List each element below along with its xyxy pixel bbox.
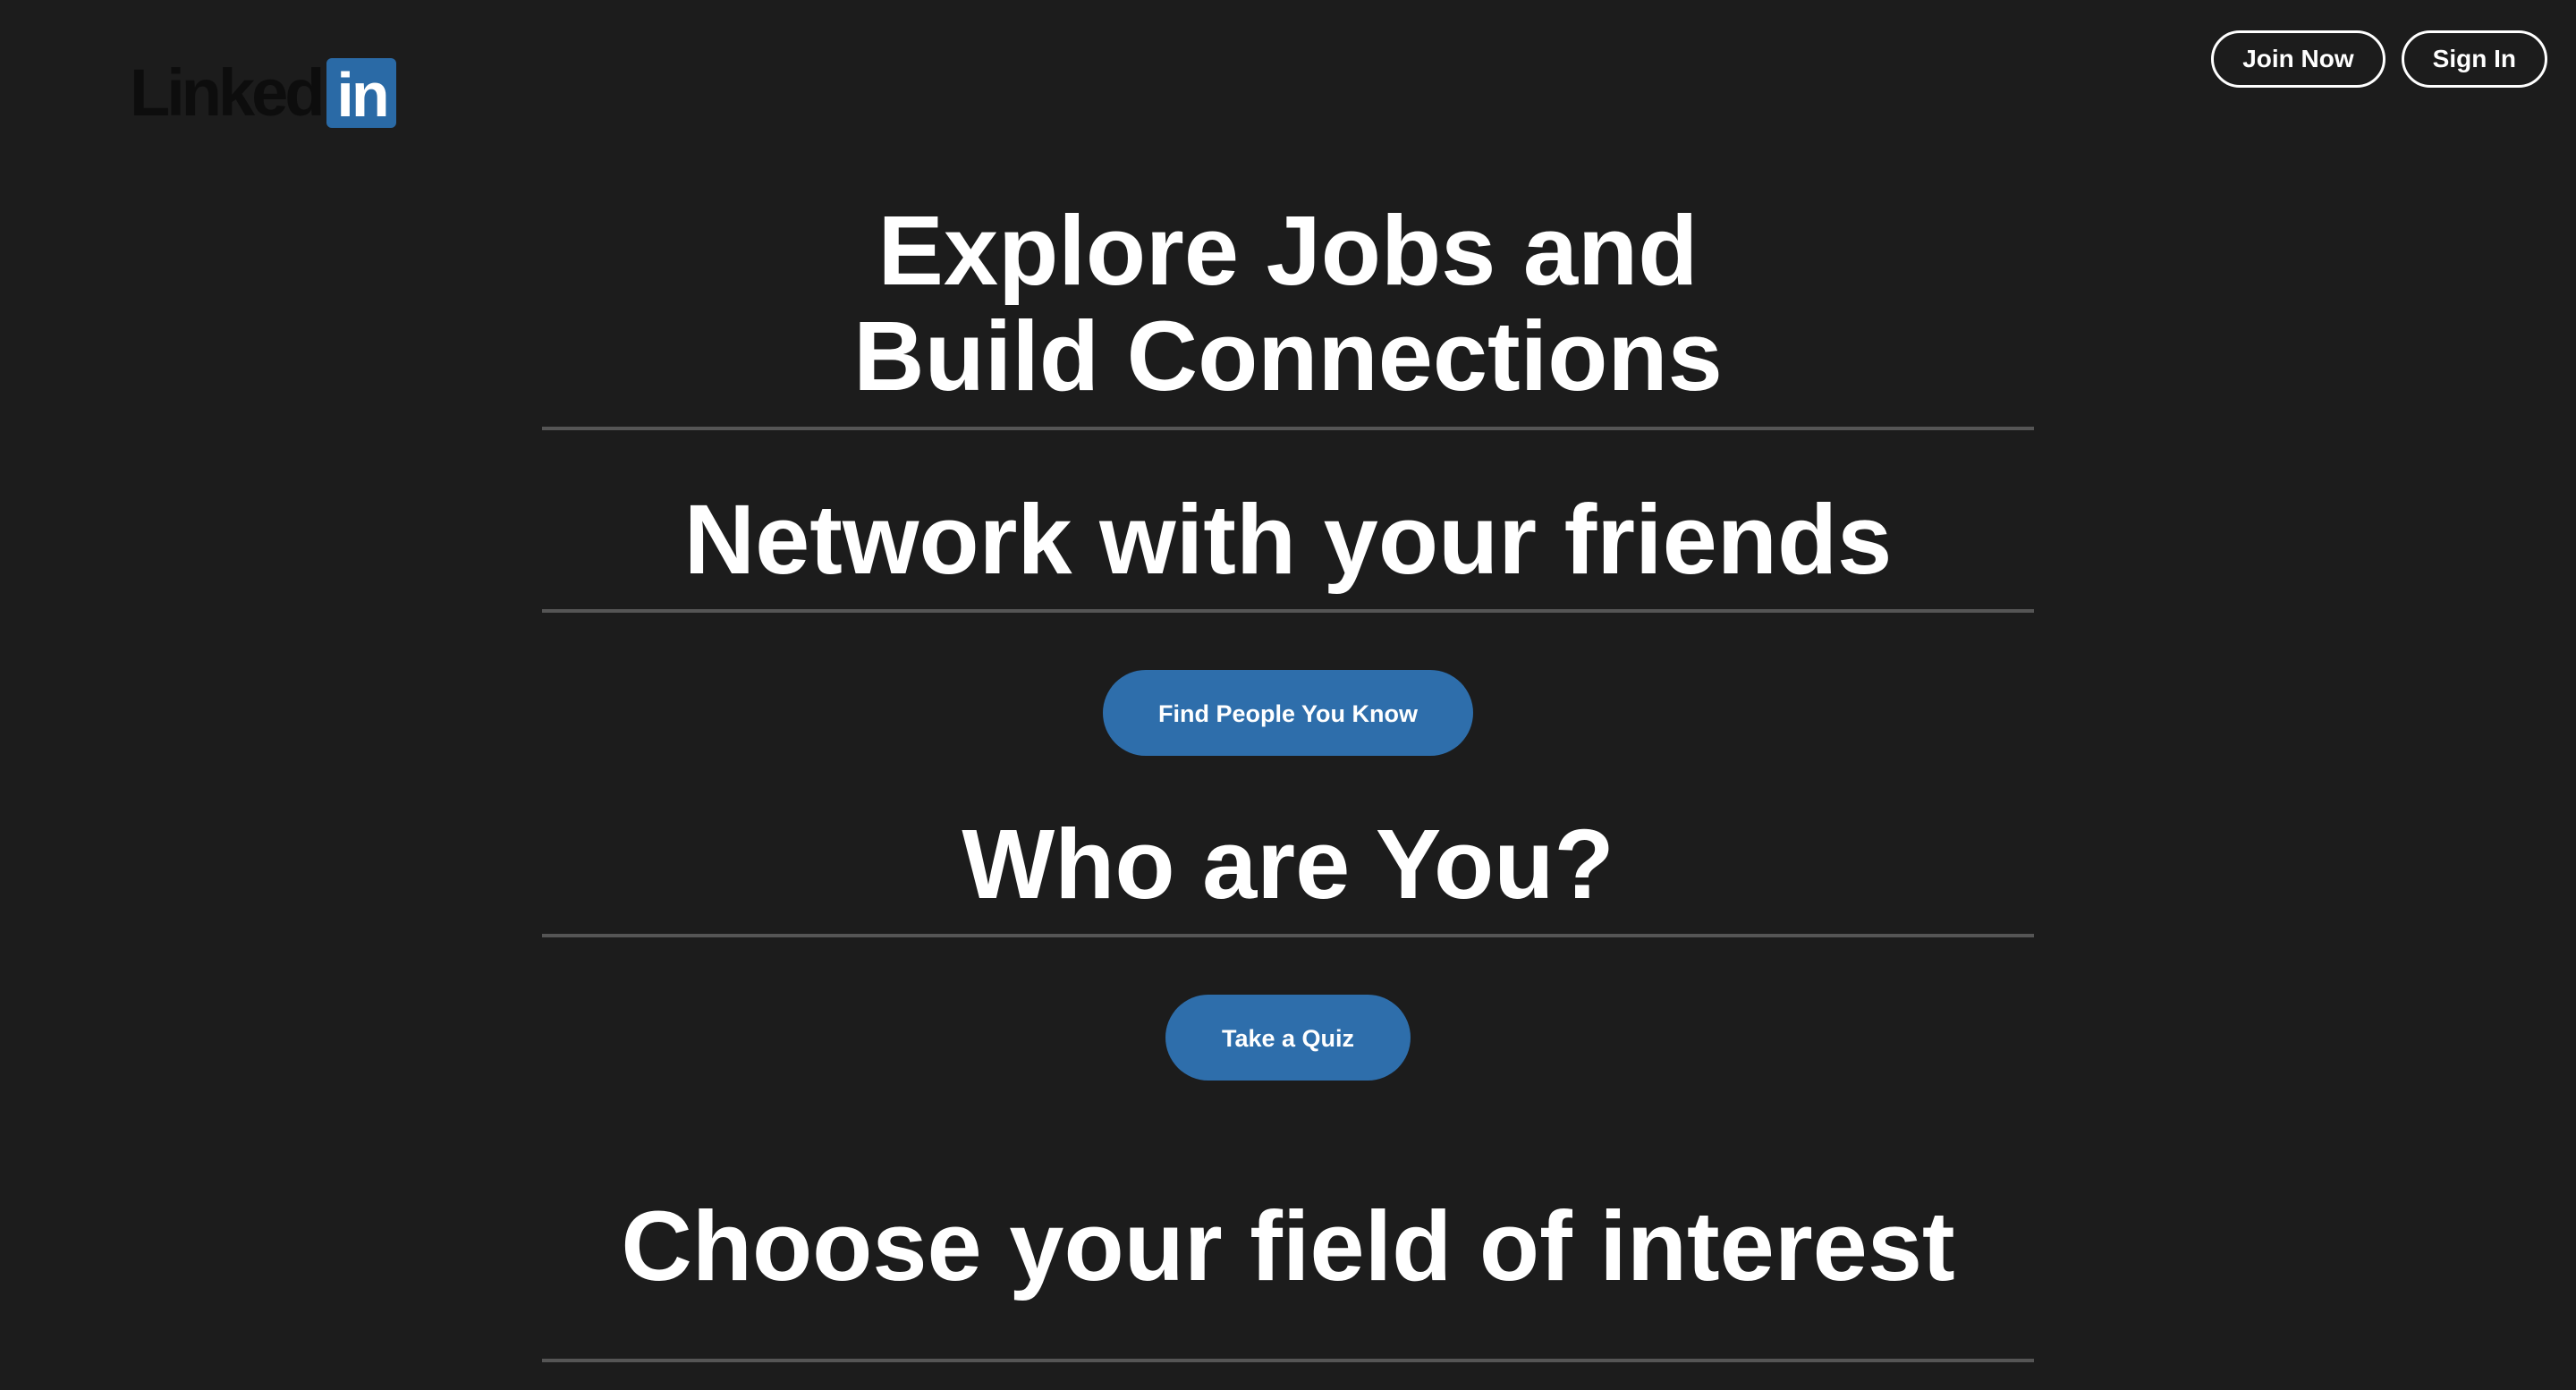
hero-title-line2: Build Connections [853,301,1723,411]
header-actions: Join Now Sign In [2211,30,2547,88]
divider [542,609,2034,613]
divider [542,1359,2034,1362]
sign-in-button[interactable]: Sign In [2401,30,2547,88]
divider [542,427,2034,430]
who-heading: Who are You? [962,809,1614,920]
network-heading: Network with your friends [683,485,1893,595]
hero-title-line1: Explore Jobs and [877,196,1699,306]
join-now-button[interactable]: Join Now [2211,30,2385,88]
linkedin-logo[interactable]: Linked in [130,55,397,130]
field-heading: Choose your field of interest [621,1191,1955,1301]
logo-wordmark: Linked [130,55,325,130]
landing-page: Linked in Join Now Sign In Explore Jobs … [0,0,2576,1390]
divider [542,934,2034,937]
logo-badge: in [326,58,397,130]
find-people-button[interactable]: Find People You Know [1103,670,1473,756]
take-quiz-button[interactable]: Take a Quiz [1165,995,1411,1081]
